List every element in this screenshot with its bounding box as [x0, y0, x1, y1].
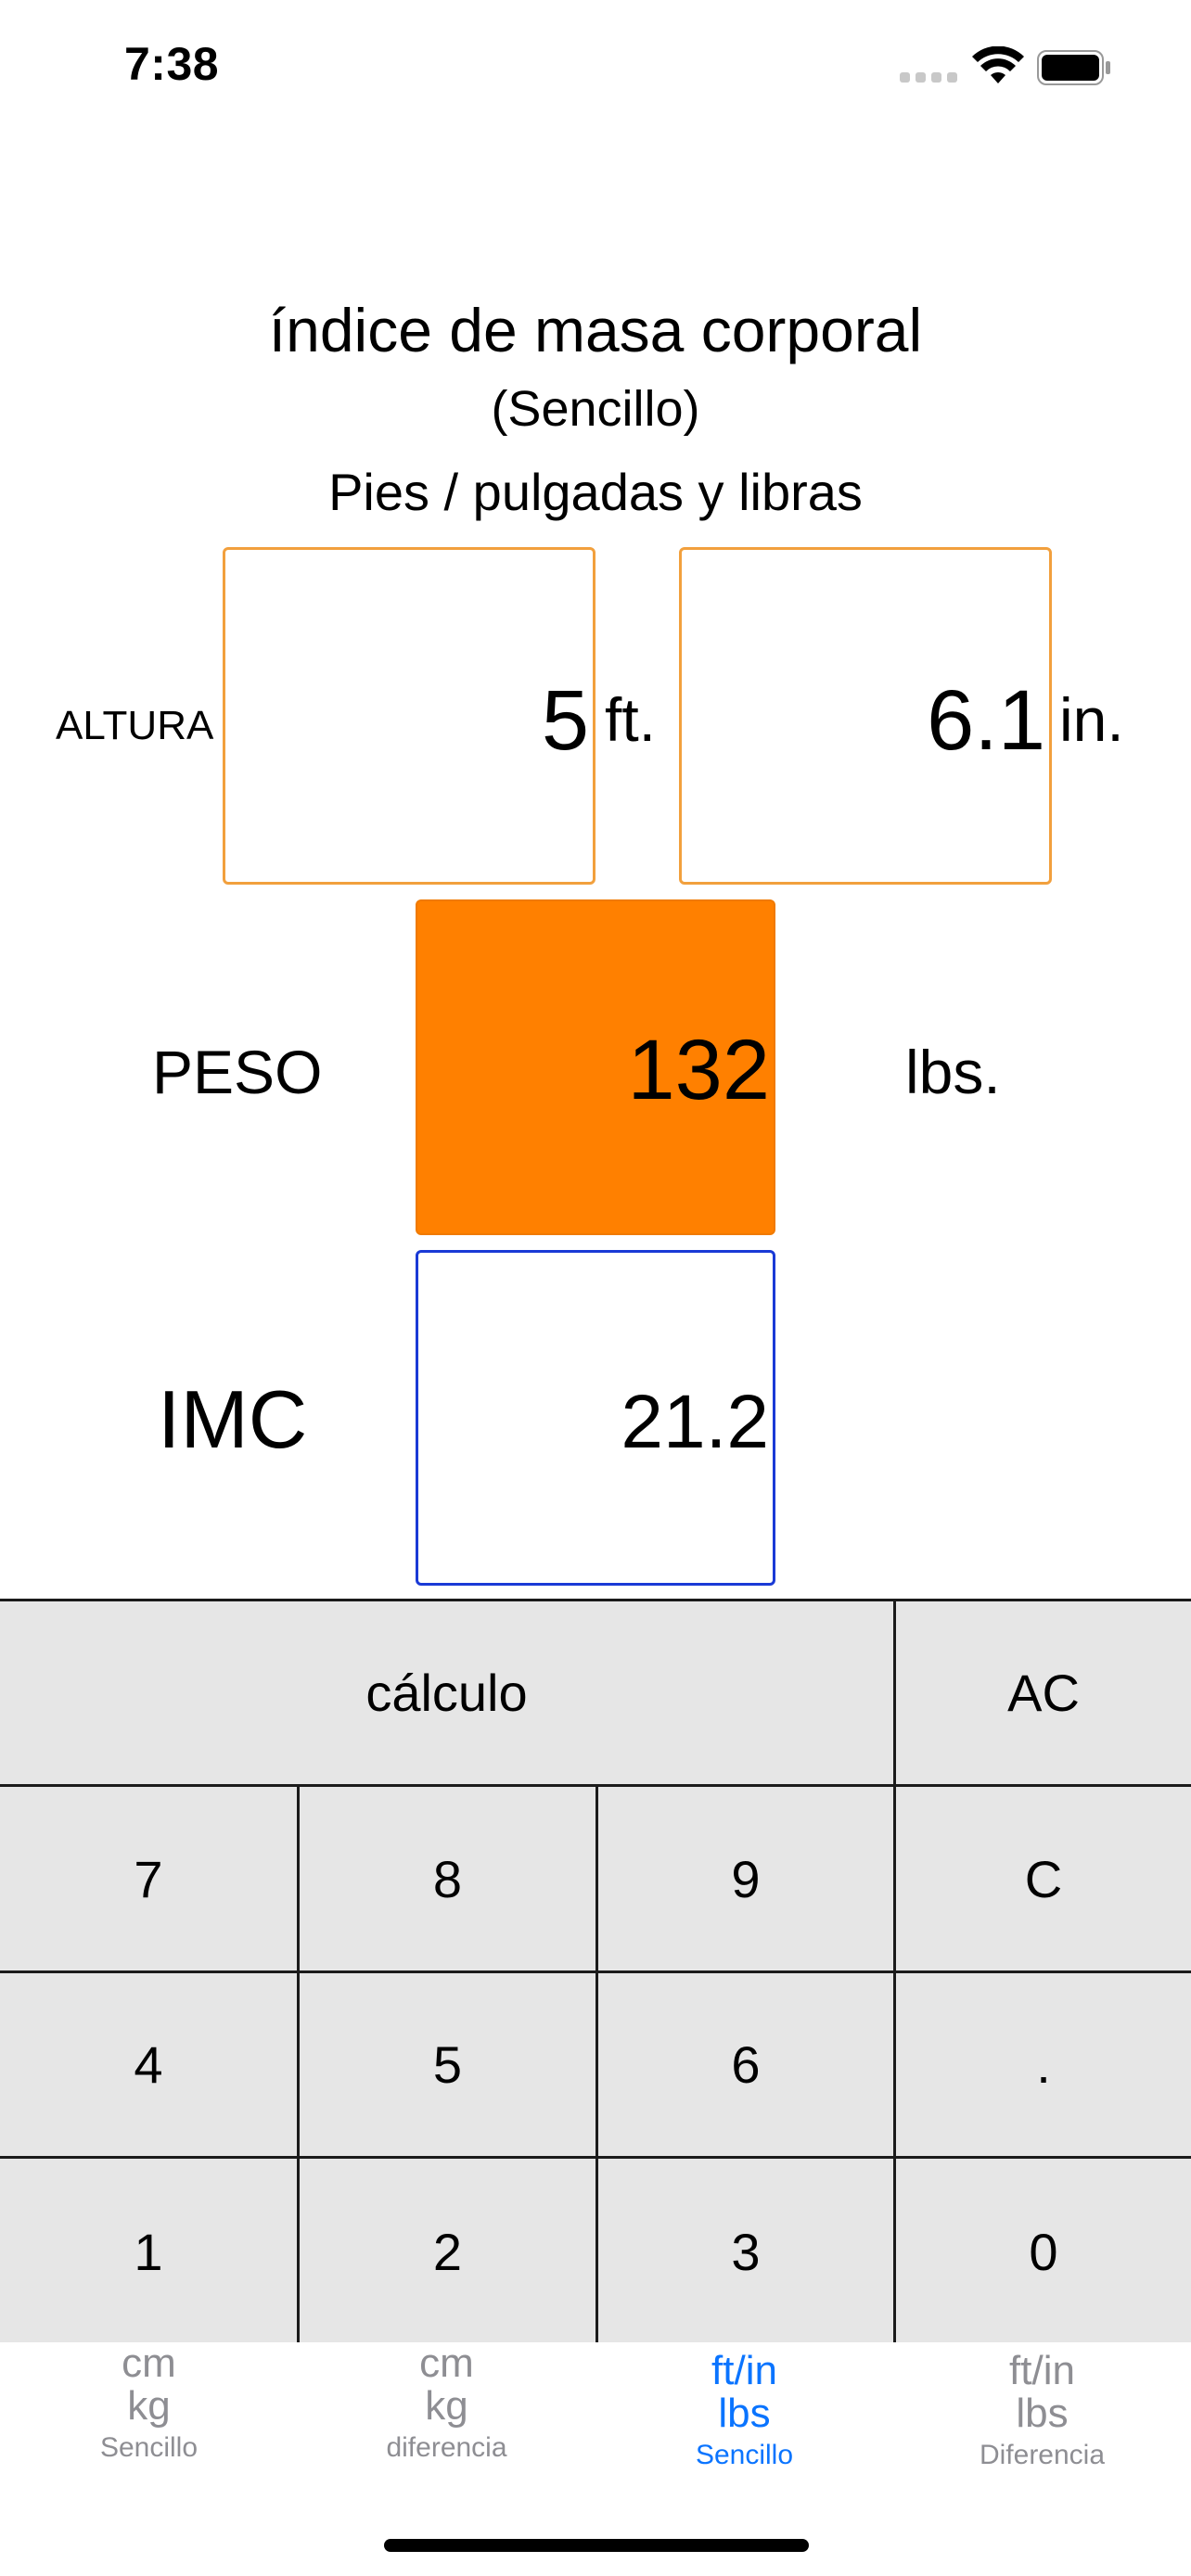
key-8[interactable]: 8: [300, 1787, 596, 1970]
height-inches-field[interactable]: 6.1: [679, 547, 1052, 885]
page-title: índice de masa corporal: [268, 296, 923, 364]
key-6[interactable]: 6: [598, 1973, 893, 2156]
weight-unit: lbs.: [905, 1038, 1001, 1106]
tab-line2: kg: [425, 2383, 468, 2429]
tab-ftin-lbs-simple[interactable]: ft/in lbs Sencillo: [596, 2342, 893, 2489]
tab-line1: ft/in: [1009, 2348, 1075, 2393]
home-indicator: [384, 2539, 809, 2552]
height-label: ALTURA: [56, 703, 214, 748]
decimal-button[interactable]: .: [896, 1973, 1191, 2156]
calculate-button[interactable]: cálculo: [0, 1601, 893, 1784]
height-feet-value: 5: [541, 673, 589, 768]
height-inches-unit: in.: [1059, 685, 1124, 754]
tab-ftin-lbs-difference[interactable]: ft/in lbs Diferencia: [893, 2342, 1191, 2489]
key-7[interactable]: 7: [0, 1787, 297, 1970]
height-inches-value: 6.1: [927, 673, 1045, 768]
tab-label: Sencillo: [99, 2432, 198, 2463]
keypad: cálculo AC 7 8 9 C 4 5 6 . 1 2 3 0: [0, 1599, 1191, 2345]
clear-button[interactable]: C: [896, 1787, 1191, 1970]
weight-value: 132: [627, 1023, 771, 1117]
bmi-value: 21.2: [621, 1380, 769, 1464]
tab-cm-kg-difference[interactable]: cm kg diferencia: [298, 2342, 596, 2481]
key-2[interactable]: 2: [300, 2159, 596, 2345]
key-4[interactable]: 4: [0, 1973, 297, 2156]
weight-label: PESO: [152, 1038, 323, 1106]
tab-label: Diferencia: [979, 2440, 1106, 2470]
key-0[interactable]: 0: [896, 2159, 1191, 2345]
key-1[interactable]: 1: [0, 2159, 297, 2345]
bmi-label: IMC: [158, 1373, 308, 1465]
cellular-signal-icon: [900, 72, 957, 83]
height-feet-unit: ft.: [605, 685, 657, 754]
tab-cm-kg-simple[interactable]: cm kg Sencillo: [0, 2342, 298, 2481]
status-time: 7:38: [124, 38, 220, 90]
tab-line1: cm: [122, 2340, 176, 2386]
all-clear-button[interactable]: AC: [896, 1601, 1191, 1784]
tab-line2: lbs: [1016, 2391, 1069, 2436]
tab-line2: lbs: [718, 2391, 771, 2436]
bmi-result-field: 21.2: [416, 1250, 775, 1586]
battery-icon: [1037, 50, 1110, 85]
wifi-icon: [972, 46, 1024, 83]
tab-line2: kg: [127, 2383, 171, 2429]
key-9[interactable]: 9: [598, 1787, 893, 1970]
height-feet-field[interactable]: 5: [223, 547, 596, 885]
tab-line1: cm: [419, 2340, 474, 2386]
key-5[interactable]: 5: [300, 1973, 596, 2156]
tab-label: diferencia: [386, 2432, 507, 2463]
page-subtitle: (Sencillo): [491, 381, 700, 437]
units-description: Pies / pulgadas y libras: [328, 463, 863, 521]
key-3[interactable]: 3: [598, 2159, 893, 2345]
weight-field[interactable]: 132: [416, 899, 775, 1235]
tab-line1: ft/in: [711, 2348, 777, 2393]
tab-label: Sencillo: [695, 2440, 794, 2470]
